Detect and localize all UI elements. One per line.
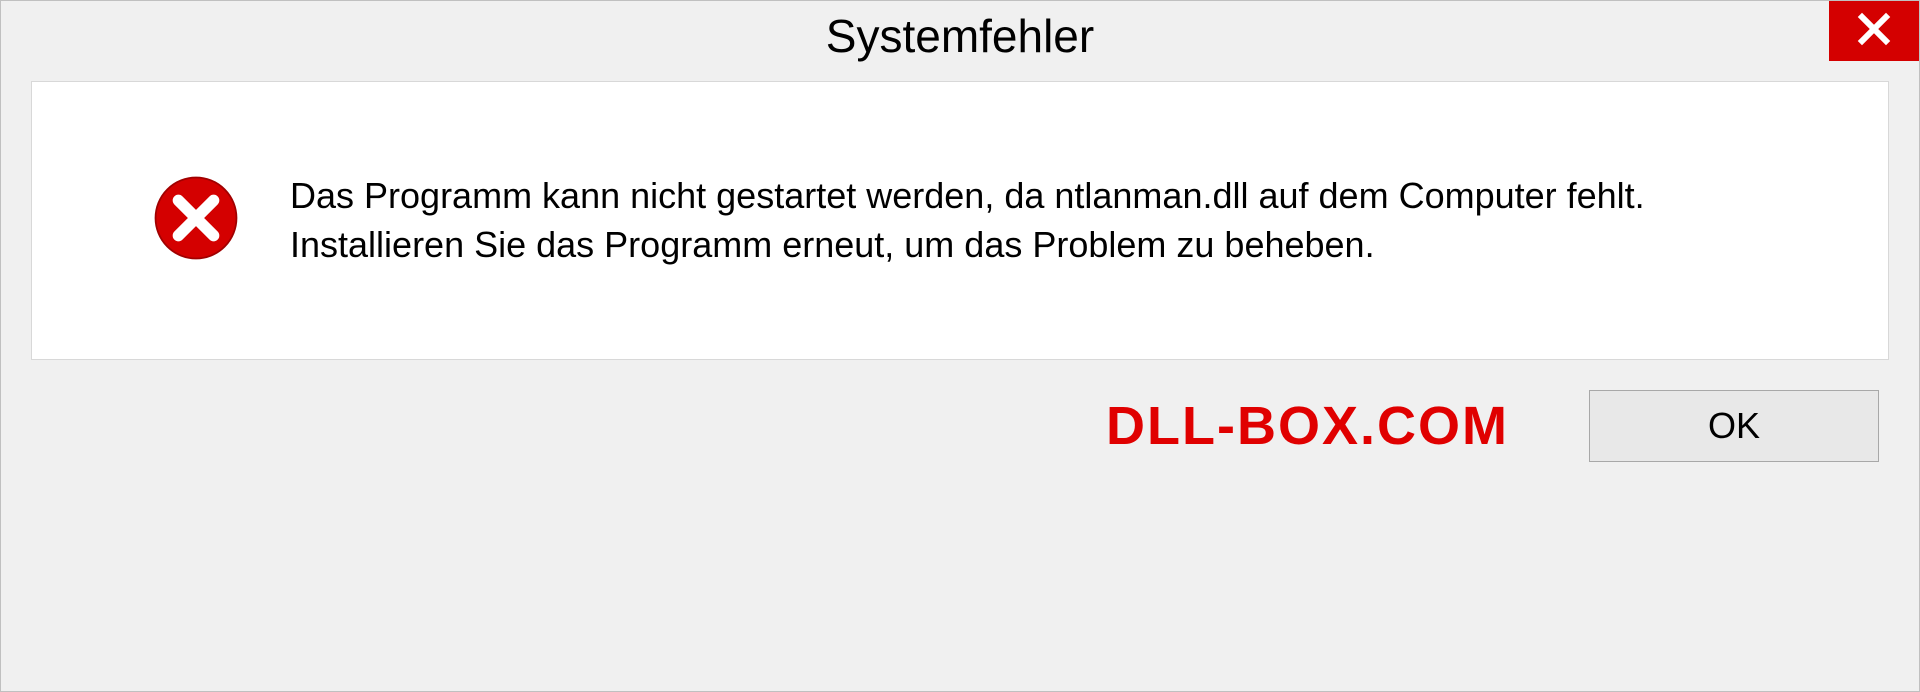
close-button[interactable] bbox=[1829, 1, 1919, 61]
error-dialog: Systemfehler Das Programm kann nicht ges… bbox=[0, 0, 1920, 692]
watermark: DLL-BOX.COM bbox=[1106, 395, 1509, 457]
dialog-footer: DLL-BOX.COM OK bbox=[1, 390, 1919, 492]
error-message: Das Programm kann nicht gestartet werden… bbox=[290, 172, 1828, 269]
error-icon bbox=[152, 174, 240, 267]
content-panel: Das Programm kann nicht gestartet werden… bbox=[31, 81, 1889, 360]
ok-button[interactable]: OK bbox=[1589, 390, 1879, 462]
titlebar: Systemfehler bbox=[1, 1, 1919, 71]
ok-button-label: OK bbox=[1708, 405, 1760, 447]
close-icon bbox=[1856, 11, 1892, 52]
dialog-title: Systemfehler bbox=[826, 9, 1094, 63]
